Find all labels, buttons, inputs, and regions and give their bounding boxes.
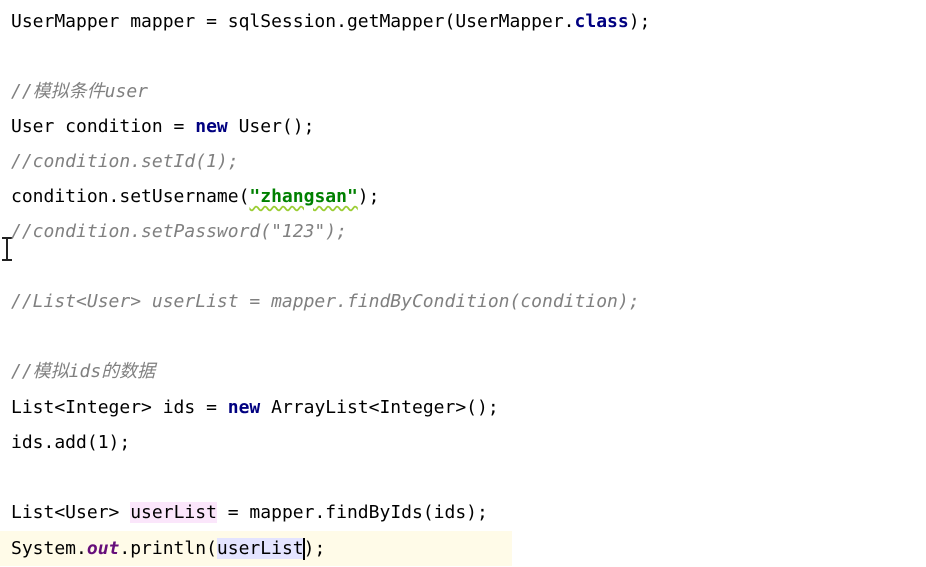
code-editor[interactable]: UserMapper mapper = sqlSession.getMapper… (0, 0, 926, 567)
keyword-new: new (195, 116, 228, 137)
string-literal: "zhangsan" (249, 186, 358, 207)
code-line-12[interactable]: List<Integer> ids = new ArrayList<Intege… (11, 390, 499, 425)
code-text: = mapper.findByIds(ids); (216, 502, 488, 523)
code-line-6[interactable]: condition.setUsername("zhangsan"); (11, 179, 379, 214)
code-line-11[interactable]: //模拟ids的数据 (11, 354, 155, 389)
code-text: UserMapper mapper = sqlSession.getMapper… (11, 11, 575, 32)
code-text: ArrayList<Integer>(); (260, 397, 499, 418)
code-line-5[interactable]: //condition.setId(1); (11, 144, 239, 179)
code-line-1[interactable]: UserMapper mapper = sqlSession.getMapper… (11, 4, 650, 39)
code-text: ids.add(1); (11, 432, 131, 453)
keyword-class: class (574, 11, 629, 32)
code-text: User condition = (11, 116, 196, 137)
code-text: ); (628, 11, 651, 32)
code-line-16[interactable]: System.out.println(userList); (11, 531, 325, 566)
code-text: List<Integer> ids = (11, 397, 228, 418)
code-text: List<User> (11, 502, 131, 523)
code-line-4[interactable]: User condition = new User(); (11, 109, 314, 144)
code-line-13[interactable]: ids.add(1); (11, 425, 130, 460)
code-text: System. (11, 538, 87, 559)
code-text: ); (303, 538, 326, 559)
comment-text: //模拟ids的数据 (11, 361, 156, 382)
variable-userlist-highlight: userList (130, 502, 217, 523)
comment-text: //List<User> userList = mapper.findByCon… (11, 291, 640, 312)
code-text: ); (357, 186, 380, 207)
code-line-15[interactable]: List<User> userList = mapper.findByIds(i… (11, 495, 488, 530)
keyword-new: new (227, 397, 261, 418)
code-text: .println( (119, 538, 217, 559)
comment-text: //模拟条件user (11, 81, 149, 102)
static-field-out: out (86, 538, 120, 559)
code-text: condition.setUsername( (11, 186, 250, 207)
code-text: User(); (227, 116, 315, 137)
comment-text: //condition.setId(1); (11, 151, 239, 172)
comment-text: //condition.setPassword("123"); (11, 221, 347, 242)
code-line-7[interactable]: //condition.setPassword("123"); (11, 214, 347, 249)
code-line-3[interactable]: //模拟条件user (11, 74, 148, 109)
code-line-9[interactable]: //List<User> userList = mapper.findByCon… (11, 284, 640, 319)
variable-userlist-caret-word: userList (216, 538, 304, 559)
